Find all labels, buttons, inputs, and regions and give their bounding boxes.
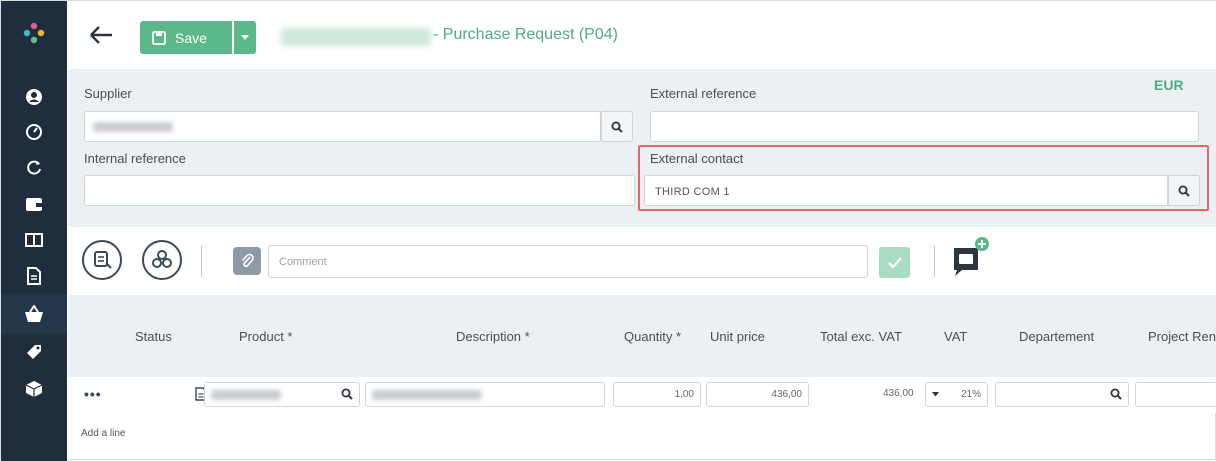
column-header-departement[interactable]: Departement	[1019, 329, 1094, 344]
external-reference-label: External reference	[650, 86, 757, 101]
table-header: Status Product * Description * Quantity …	[68, 295, 1216, 377]
column-header-vat[interactable]: VAT	[944, 329, 967, 344]
external-contact-highlight	[638, 145, 1209, 211]
unit-price-value: 436,00	[771, 389, 802, 400]
paperclip-icon	[241, 253, 254, 267]
dashboard-icon[interactable]	[1, 114, 67, 150]
external-reference-field[interactable]	[650, 111, 1199, 142]
internal-reference-field[interactable]	[84, 175, 635, 206]
back-arrow-icon[interactable]	[88, 23, 114, 47]
quantity-field[interactable]: 1,00	[613, 382, 701, 407]
departement-field[interactable]	[995, 382, 1129, 407]
search-icon[interactable]	[341, 388, 353, 400]
description-field[interactable]	[365, 382, 605, 407]
column-header-project[interactable]: Project Ren	[1148, 329, 1216, 344]
attach-button[interactable]	[233, 247, 261, 275]
save-button[interactable]: Save	[140, 21, 232, 54]
supplier-label: Supplier	[84, 86, 132, 101]
save-options-dropdown[interactable]	[234, 21, 256, 54]
add-line-link[interactable]: Add a line	[81, 428, 125, 439]
caret-down-icon	[241, 34, 249, 40]
discount-stamp-icon[interactable]	[82, 240, 122, 280]
search-icon	[611, 121, 623, 133]
toolbar-divider	[934, 245, 935, 277]
toolbar-divider	[201, 245, 202, 277]
supplier-field[interactable]	[84, 111, 601, 142]
currency-label: EUR	[1154, 77, 1184, 93]
refresh-icon[interactable]	[1, 150, 67, 186]
box-icon[interactable]	[1, 371, 67, 407]
project-field[interactable]	[1135, 382, 1216, 407]
row-actions-menu-icon[interactable]: •••	[84, 386, 102, 402]
product-value-redacted	[211, 390, 281, 400]
comment-input[interactable]	[269, 246, 867, 277]
save-label: Save	[175, 29, 207, 46]
logo-icon[interactable]	[1, 1, 67, 65]
action-toolbar	[68, 227, 1216, 295]
supplier-search-button[interactable]	[601, 111, 633, 142]
header-bar: Save - Purchase Request (P04)	[68, 1, 1216, 69]
group-items-icon[interactable]	[142, 240, 182, 280]
sidebar	[1, 1, 67, 461]
supplier-value-redacted	[93, 122, 173, 132]
comment-field[interactable]	[268, 245, 868, 278]
total-exc-vat-value: 436,00	[883, 388, 914, 399]
book-icon[interactable]	[1, 222, 67, 258]
app-window: Save - Purchase Request (P04) EUR Suppli…	[0, 0, 1216, 461]
description-value-redacted	[372, 390, 482, 400]
page-title: - Purchase Request (P04)	[433, 26, 618, 43]
check-icon	[887, 256, 902, 269]
wallet-icon[interactable]	[1, 186, 67, 222]
unit-price-field[interactable]: 436,00	[706, 382, 809, 407]
caret-down-icon	[932, 392, 939, 397]
confirm-comment-button[interactable]	[879, 247, 910, 278]
tag-icon[interactable]	[1, 334, 67, 370]
header-form: EUR Supplier External reference Internal…	[68, 69, 1216, 227]
search-icon[interactable]	[1110, 388, 1122, 400]
internal-reference-label: Internal reference	[84, 151, 186, 166]
table-row: ••• 1,00 436,00 436,00 21%	[68, 377, 1216, 413]
add-chat-message-icon[interactable]	[951, 232, 991, 280]
column-header-unit-price[interactable]: Unit price	[710, 329, 765, 344]
document-icon[interactable]	[1, 258, 67, 294]
floppy-icon	[152, 30, 166, 45]
column-header-status[interactable]: Status	[135, 329, 172, 344]
product-field[interactable]	[204, 382, 360, 407]
user-icon[interactable]	[1, 79, 67, 115]
column-header-product[interactable]: Product *	[239, 329, 292, 344]
column-header-total-exc-vat[interactable]: Total exc. VAT	[820, 329, 902, 344]
vat-value: 21%	[960, 389, 981, 400]
document-id-redacted	[281, 28, 431, 46]
column-header-quantity[interactable]: Quantity *	[624, 329, 681, 344]
column-header-description[interactable]: Description *	[456, 329, 530, 344]
basket-icon[interactable]	[1, 294, 67, 334]
vat-select[interactable]: 21%	[925, 382, 988, 407]
quantity-value: 1,00	[674, 389, 694, 400]
